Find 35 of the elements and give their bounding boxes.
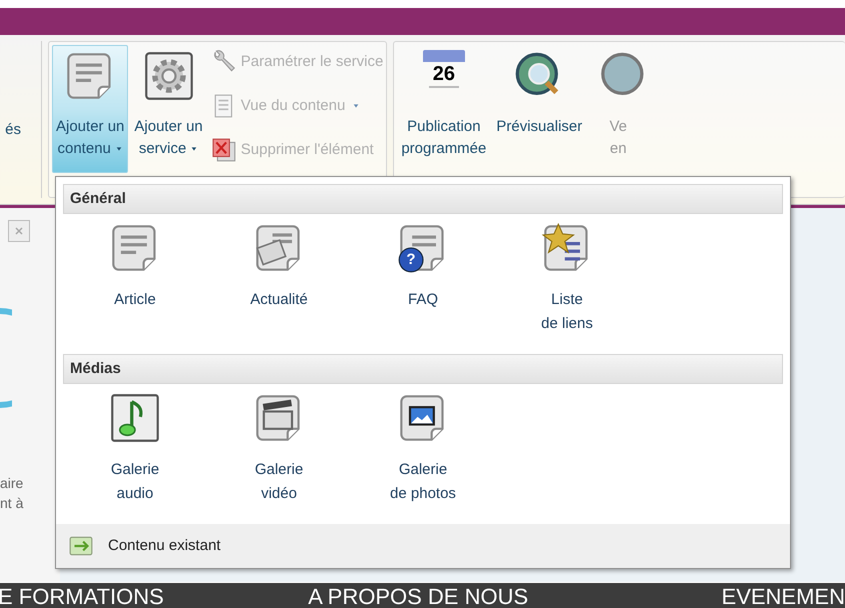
page-text: aire bbox=[0, 474, 24, 493]
ribbon-button[interactable]: Ajouter un contenu bbox=[52, 45, 128, 173]
close-icon[interactable] bbox=[8, 220, 30, 242]
ribbon-button[interactable]: Prévisualiser bbox=[492, 45, 586, 173]
music-note-icon bbox=[109, 392, 161, 444]
menu-item[interactable]: Galerie audio bbox=[63, 392, 207, 524]
menu-item[interactable]: Liste de liens bbox=[495, 222, 639, 354]
page-text: nt à bbox=[0, 494, 24, 513]
section-header: Général bbox=[63, 184, 783, 214]
ribbon-button-label: Ajouter un bbox=[134, 117, 203, 137]
ribbon-button-label: Ajouter un bbox=[56, 117, 124, 137]
ribbon-button-label: service bbox=[138, 139, 186, 159]
ribbon-button-label: contenu bbox=[58, 139, 111, 159]
ribbon-button[interactable]: Ajouter un service bbox=[130, 45, 207, 173]
ribbon-button-label: programmée bbox=[401, 139, 486, 159]
ribbon-button-label: Prévisualiser bbox=[496, 117, 582, 137]
nav-link[interactable]: EVENEMEN bbox=[722, 586, 845, 608]
ribbon-button[interactable]: 26 Publication programmée bbox=[397, 45, 490, 173]
ribbon-button-label: Publication bbox=[407, 117, 481, 137]
menu-item[interactable]: ? FAQ bbox=[351, 222, 495, 354]
gear-icon bbox=[142, 50, 195, 102]
menu-item[interactable]: Galerie de photos bbox=[351, 392, 495, 524]
ribbon-button-label: Ve bbox=[609, 117, 628, 137]
menu-footer-item[interactable]: Contenu existant bbox=[56, 524, 790, 568]
menu-item[interactable]: Galerie vidéo bbox=[207, 392, 351, 524]
nav-link[interactable]: E FORMATIONS bbox=[0, 586, 308, 608]
menu-item[interactable]: Article bbox=[63, 222, 207, 354]
delete-icon bbox=[210, 137, 237, 163]
menu-item[interactable]: Actualité bbox=[207, 222, 351, 354]
ribbon-button-label: és bbox=[5, 120, 21, 140]
x-mark-icon bbox=[13, 225, 25, 237]
nav-link[interactable]: A PROPOS DE NOUS bbox=[308, 586, 722, 608]
calendar-day: 26 bbox=[428, 62, 459, 88]
ribbon-button-label: en bbox=[610, 139, 627, 159]
section-header: Médias bbox=[63, 354, 783, 384]
